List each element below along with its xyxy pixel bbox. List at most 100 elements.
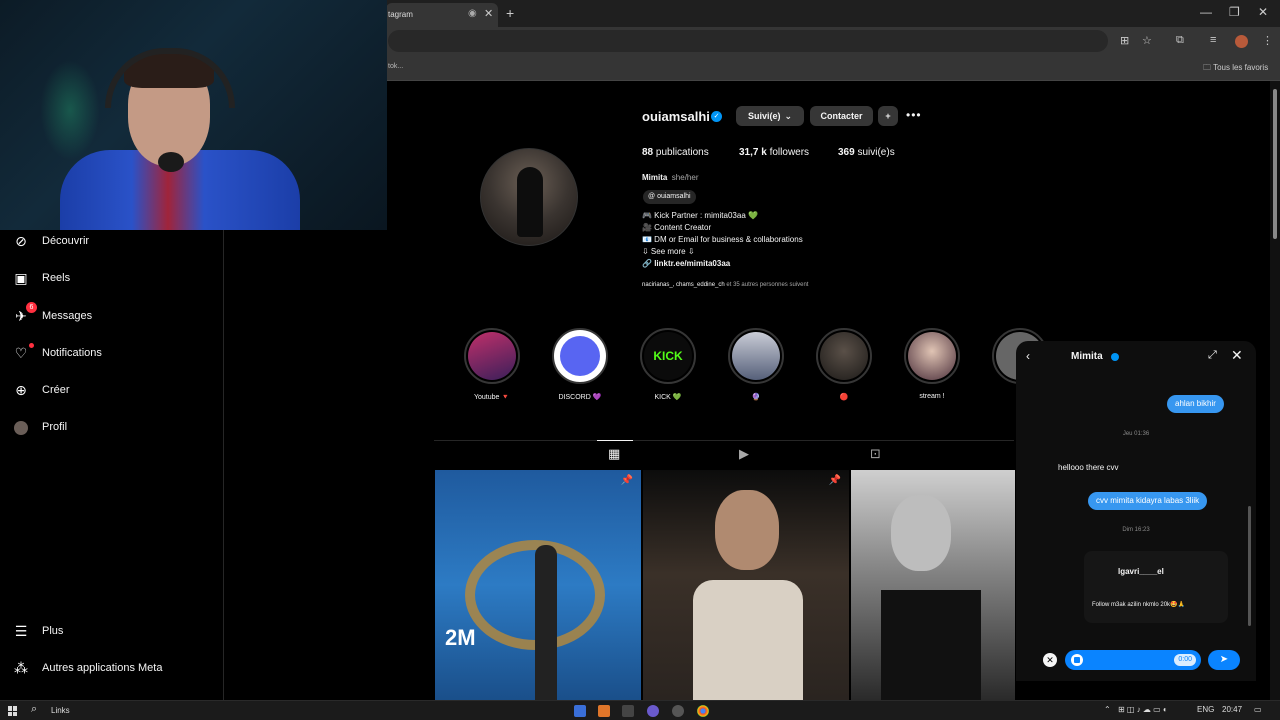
tray-icons[interactable]: ⊞ ◫ ♪ ☁ ▭ ◐ (1118, 705, 1168, 714)
highlight-crystal[interactable]: 🔮 (727, 328, 785, 401)
nav-create[interactable]: ⊕ Créer (0, 375, 224, 405)
post-thumbnail[interactable] (851, 470, 1015, 700)
nav-explore-label: Découvrir (42, 235, 90, 247)
threads-chip[interactable]: @ ouiamsalhi (643, 190, 696, 204)
maximize-icon[interactable]: ❐ (1229, 5, 1240, 19)
message-outgoing[interactable]: ahlan bikhir (1167, 395, 1224, 413)
profile-username: ouiamsalhi (642, 109, 710, 124)
windows-taskbar: ⌕ Links ⌃ ⊞ ◫ ♪ ☁ ▭ ◐ ENG 20:47 ▭ (0, 700, 1280, 720)
send-icon[interactable]: ➤ (1208, 650, 1240, 670)
highlight-discord[interactable]: DISCORD 💜 (551, 328, 609, 401)
highlight-red[interactable]: 🔴 (815, 328, 873, 401)
followed-by[interactable]: nacirianas_, chams_eddine_ch et 35 autre… (642, 282, 808, 288)
cancel-recording-icon[interactable]: ✕ (1043, 653, 1057, 667)
highlight-label: Youtube 🔻 (473, 394, 511, 401)
bookmark-star-icon[interactable]: ☆ (1142, 34, 1152, 47)
followers-stat[interactable]: 31,7 k followers (739, 147, 809, 158)
search-icon[interactable]: ⌕ (31, 703, 37, 716)
nav-profile[interactable]: Profil (0, 412, 224, 442)
threads-handle: ouiamsalhi (657, 193, 691, 200)
address-bar[interactable] (388, 30, 1108, 52)
page-scrollbar[interactable] (1270, 81, 1280, 700)
reading-list-icon[interactable]: ≡ (1210, 34, 1216, 46)
highlight-label: 🔮 (751, 394, 761, 401)
nav-explore[interactable]: ⊘ Découvrir (0, 226, 224, 256)
browser-profile-avatar[interactable] (1235, 35, 1248, 48)
taskbar-app-icon[interactable] (647, 705, 659, 717)
tagged-icon[interactable]: ⊡ (870, 446, 881, 462)
followers-count: 31,7 k (739, 147, 767, 158)
following-count: 369 (838, 147, 855, 158)
shared-post-card[interactable]: lgavri____el Follow m3ak azilin nkmlo 20… (1084, 551, 1228, 623)
bookmark-item[interactable]: tok... (388, 63, 403, 70)
grid-icon[interactable]: ▦ (608, 446, 620, 462)
taskbar-app-icon[interactable] (622, 705, 634, 717)
post-thumbnail[interactable]: 2M 📌 (435, 470, 641, 700)
close-icon[interactable]: ✕ (1231, 347, 1243, 364)
new-tab-icon[interactable]: + (506, 5, 514, 21)
more-options-icon[interactable]: ••• (906, 108, 922, 122)
dm-title[interactable]: Mimita (1071, 351, 1103, 362)
post-thumbnail[interactable]: 📌 (643, 470, 849, 700)
dm-header: ‹ Mimita ⤢ ✕ (1016, 341, 1256, 373)
taskbar-app-icon[interactable] (672, 705, 684, 717)
nav-messages[interactable]: ✈ 6 Messages (0, 301, 224, 331)
minimize-icon[interactable]: — (1200, 5, 1212, 19)
close-tab-icon[interactable]: ✕ (484, 7, 493, 20)
contact-button[interactable]: Contacter (810, 106, 873, 126)
highlight-stream[interactable]: stream ! (903, 328, 961, 400)
nav-meta-apps-label: Autres applications Meta (42, 662, 163, 674)
kebab-menu-icon[interactable]: ⋮ (1262, 34, 1273, 47)
highlight-youtube[interactable]: Youtube 🔻 (463, 328, 521, 401)
taskbar-search-label[interactable]: Links (51, 706, 70, 715)
all-bookmarks-folder[interactable]: 🗀 Tous les favoris (1203, 62, 1268, 76)
posts-label: publications (655, 147, 709, 158)
following-stat[interactable]: 369 suivi(e)s (838, 147, 895, 158)
language-indicator[interactable]: ENG (1197, 705, 1214, 714)
dm-scrollbar[interactable] (1248, 506, 1251, 626)
expand-icon[interactable]: ⤢ (1208, 349, 1217, 362)
following-button-label: Suivi(e) (747, 111, 781, 121)
link-icon: 🔗 (642, 259, 655, 268)
browser-tab-instagram[interactable]: tagram ◉ ✕ (386, 3, 498, 27)
message-incoming[interactable]: hellooo there cvv (1058, 463, 1118, 472)
nav-reels[interactable]: ▣ Reels (0, 263, 224, 293)
close-window-icon[interactable]: ✕ (1258, 5, 1268, 19)
bio-link[interactable]: 🔗 linktr.ee/mimita03aa (642, 259, 730, 268)
chrome-icon[interactable] (697, 705, 709, 717)
taskbar-app-icon[interactable] (574, 705, 586, 717)
recording-bar: 0:00 (1065, 650, 1201, 670)
extensions-icon[interactable]: ⧉ (1176, 34, 1184, 47)
clock[interactable]: 20:47 (1222, 705, 1242, 714)
taskbar-app-icon[interactable] (598, 705, 610, 717)
message-outgoing[interactable]: cvv mimita kidayra labas 3liik (1088, 492, 1208, 510)
tray-chevron-icon[interactable]: ⌃ (1104, 705, 1111, 714)
highlight-kick[interactable]: KICK KICK 💚 (639, 328, 697, 401)
heart-icon: ♡ (0, 342, 42, 362)
nav-messages-label: Messages (42, 310, 93, 322)
add-person-icon[interactable]: + (878, 106, 898, 126)
hamburger-icon: ☰ (14, 622, 28, 639)
bio-line: 📧 DM or Email for business & collaborati… (642, 235, 803, 244)
translate-icon[interactable]: ⊞ (1120, 34, 1129, 47)
notifications-center-icon[interactable]: ▭ (1254, 705, 1262, 714)
chevron-down-icon: ⌄ (784, 110, 793, 121)
nav-meta-apps[interactable]: ⁂ Autres applications Meta (0, 653, 224, 683)
following-button[interactable]: Suivi(e) ⌄ (736, 106, 804, 126)
pronouns: she/her (671, 173, 699, 182)
profile-avatar[interactable] (480, 148, 578, 246)
nav-create-label: Créer (42, 384, 70, 396)
nav-profile-label: Profil (42, 421, 68, 433)
windows-start-icon[interactable] (8, 706, 18, 716)
dm-popup: ‹ Mimita ⤢ ✕ ahlan bikhir Jeu 01:36 hell… (1016, 341, 1256, 681)
recording-timer: 0:00 (1174, 654, 1196, 666)
stop-recording-icon[interactable] (1071, 654, 1083, 666)
back-chevron-icon[interactable]: ‹ (1026, 349, 1030, 363)
nav-more[interactable]: ☰ Plus (0, 616, 224, 646)
highlight-label: 🔴 (839, 394, 849, 401)
record-icon: ◉ (468, 8, 477, 19)
followed-by-names: nacirianas_, chams_eddine_ch (642, 282, 725, 288)
bio-link-text: linktr.ee/mimita03aa (654, 259, 731, 268)
reels-tab-icon[interactable]: ▶ (739, 446, 749, 462)
nav-notifications[interactable]: ♡ Notifications (0, 338, 224, 368)
